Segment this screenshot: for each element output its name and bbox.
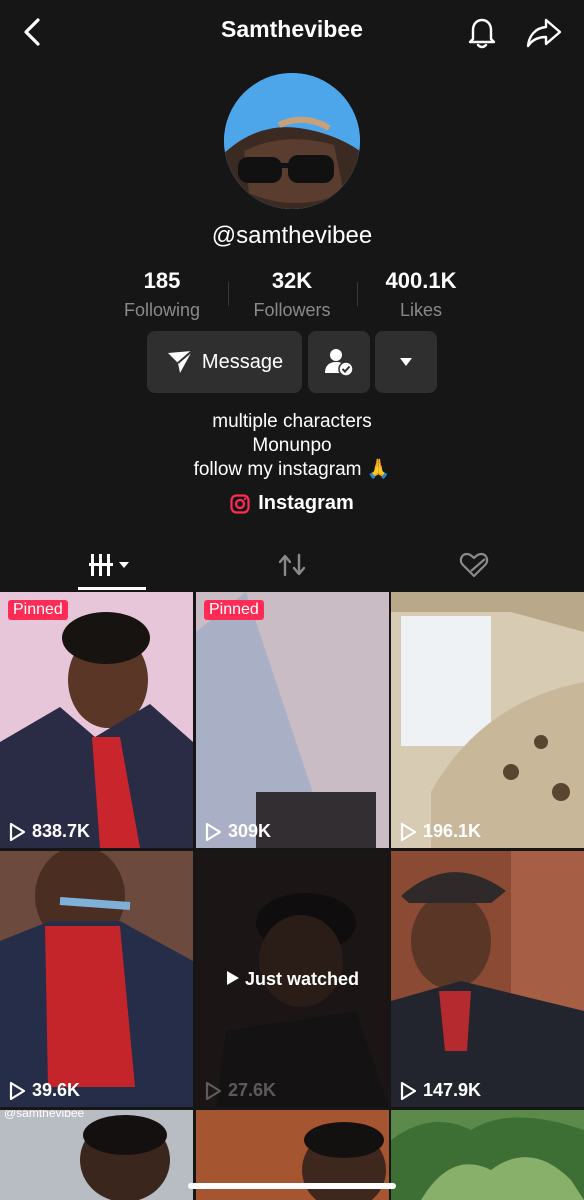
view-count-text: 196.1K bbox=[423, 821, 482, 841]
stat-label: Following bbox=[123, 300, 201, 320]
stat-value: 32K bbox=[271, 268, 313, 293]
video-thumbnail[interactable] bbox=[391, 1110, 584, 1200]
bio-line: follow my instagram 🙏 bbox=[193, 459, 391, 480]
view-count: 39.6K bbox=[8, 1080, 80, 1101]
profile-bio: multiple characters Monunpo follow my in… bbox=[0, 410, 584, 482]
stat-label: Likes bbox=[399, 300, 443, 320]
repost-icon bbox=[278, 553, 306, 577]
play-outline-icon bbox=[400, 822, 417, 841]
view-count-text: 39.6K bbox=[32, 1080, 81, 1100]
pinned-badge: Pinned bbox=[204, 600, 264, 620]
view-count-text: 27.6K bbox=[228, 1080, 277, 1100]
play-outline-icon bbox=[9, 1081, 26, 1100]
view-count-text: 838.7K bbox=[32, 821, 91, 841]
video-thumbnail[interactable]: 196.1K bbox=[391, 592, 584, 848]
tab-videos[interactable] bbox=[80, 540, 144, 590]
view-count: 147.9K bbox=[399, 1080, 481, 1101]
divider bbox=[357, 282, 358, 306]
user-check-icon bbox=[325, 349, 354, 377]
video-thumbnail[interactable]: 39.6K bbox=[0, 851, 193, 1107]
stat-followers[interactable]: 32K Followers bbox=[232, 268, 352, 321]
tab-reposts[interactable] bbox=[262, 540, 322, 590]
pinned-badge: Pinned bbox=[8, 600, 68, 620]
view-count: 27.6K bbox=[204, 1080, 276, 1101]
video-thumbnail[interactable]: @samthevibee bbox=[0, 1110, 193, 1200]
view-count: 838.7K bbox=[8, 821, 90, 842]
avatar[interactable] bbox=[224, 73, 360, 209]
suggested-accounts-button[interactable] bbox=[375, 331, 437, 393]
caret-down-icon bbox=[400, 358, 412, 366]
stat-likes[interactable]: 400.1K Likes bbox=[361, 268, 481, 321]
bio-line: Monunpo bbox=[252, 435, 332, 456]
message-label: Message bbox=[201, 350, 284, 373]
profile-tabs bbox=[0, 540, 584, 592]
following-status-button[interactable] bbox=[308, 331, 370, 393]
divider bbox=[228, 282, 229, 306]
view-count: 196.1K bbox=[399, 821, 481, 842]
video-thumbnail[interactable]: Pinned 309K bbox=[196, 592, 389, 848]
play-outline-icon bbox=[9, 822, 26, 841]
top-bar: Samthevibee bbox=[0, 0, 584, 64]
play-outline-icon bbox=[205, 822, 222, 841]
heart-hidden-icon bbox=[459, 552, 489, 578]
play-outline-icon bbox=[205, 1081, 222, 1100]
just-watched-text: Just watched bbox=[244, 969, 360, 989]
play-icon bbox=[226, 971, 239, 985]
profile-handle: @samthevibee bbox=[211, 222, 373, 249]
video-thumbnail[interactable]: Pinned 838.7K bbox=[0, 592, 193, 848]
tab-liked[interactable] bbox=[444, 540, 504, 590]
view-count-text: 309K bbox=[228, 821, 272, 841]
view-count: 309K bbox=[204, 821, 271, 842]
stat-value: 400.1K bbox=[385, 268, 457, 293]
grid-icon bbox=[89, 554, 129, 576]
play-outline-icon bbox=[400, 1081, 417, 1100]
bio-line: multiple characters bbox=[212, 411, 372, 432]
share-icon[interactable] bbox=[524, 14, 564, 50]
instagram-label: Instagram bbox=[258, 492, 354, 514]
view-count-text: 147.9K bbox=[423, 1080, 482, 1100]
bell-icon[interactable] bbox=[464, 14, 500, 50]
instagram-icon bbox=[230, 493, 250, 514]
stat-following[interactable]: 185 Following bbox=[102, 268, 222, 321]
just-watched-label: Just watched bbox=[196, 969, 389, 990]
video-thumbnail[interactable]: Just watched 27.6K bbox=[196, 851, 389, 1107]
instagram-link[interactable]: Instagram bbox=[0, 492, 584, 515]
active-tab-indicator bbox=[78, 587, 146, 590]
home-indicator[interactable] bbox=[188, 1183, 396, 1189]
profile-stats: 185 Following 32K Followers 400.1K Likes bbox=[0, 268, 584, 328]
message-button[interactable]: Message bbox=[147, 331, 302, 393]
stat-label: Followers bbox=[253, 300, 331, 320]
stat-value: 185 bbox=[143, 268, 181, 293]
send-icon bbox=[167, 350, 193, 373]
video-thumbnail[interactable]: 147.9K bbox=[391, 851, 584, 1107]
watermark: @samthevibee bbox=[4, 1110, 85, 1120]
